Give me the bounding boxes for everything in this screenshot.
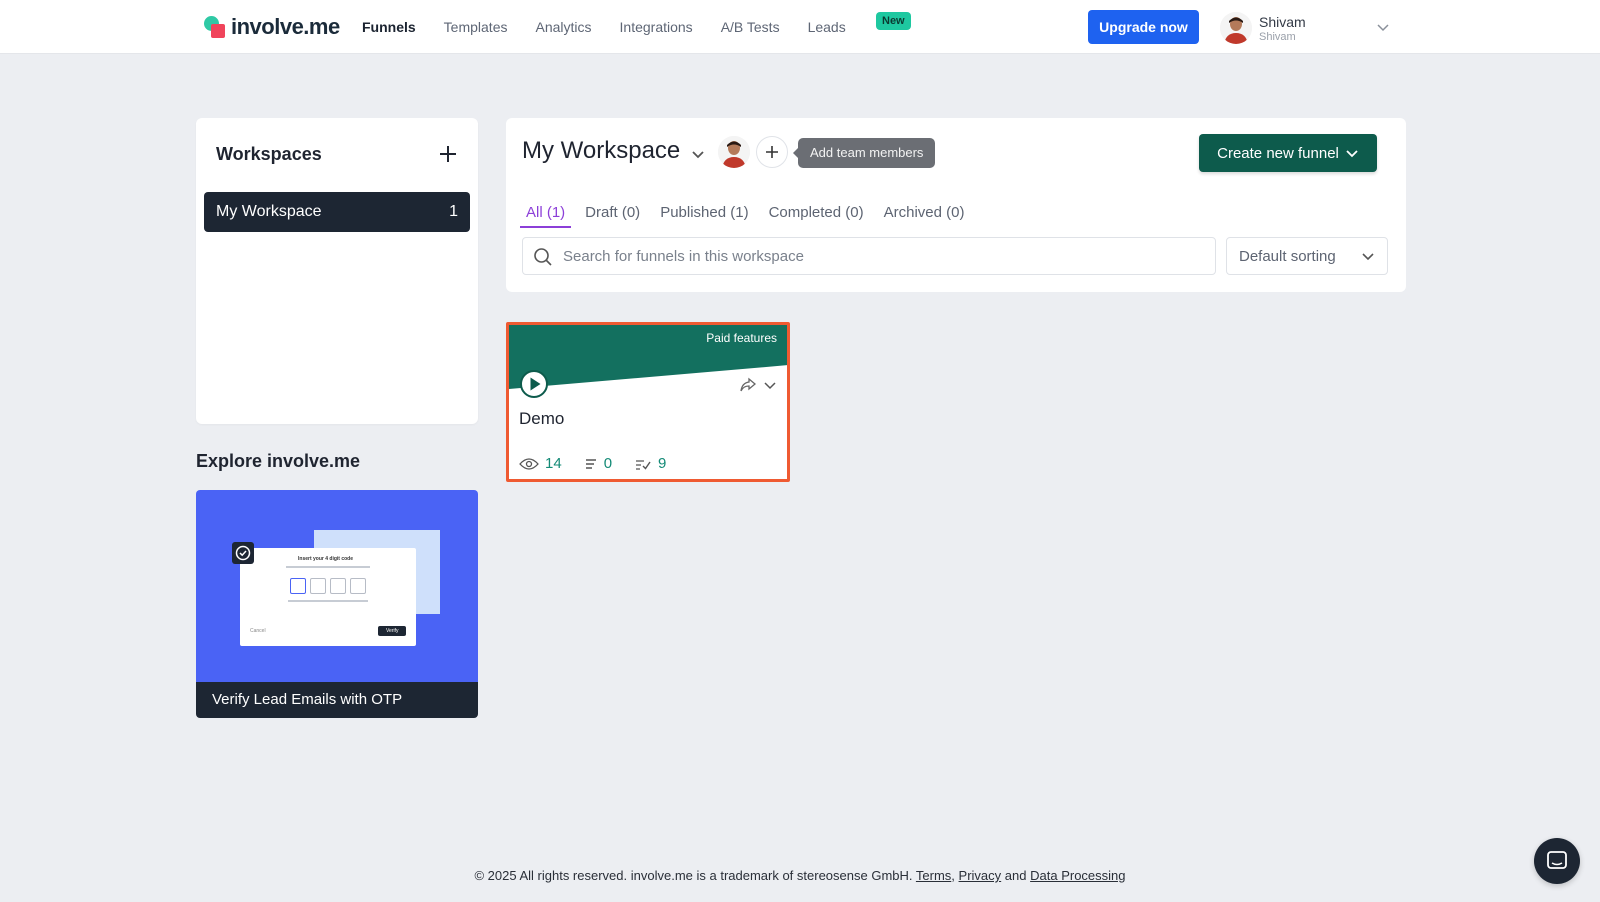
tab-all[interactable]: All (1) bbox=[520, 204, 572, 228]
stat-views: 14 bbox=[519, 455, 562, 472]
sort-dropdown[interactable]: Default sorting bbox=[1226, 237, 1388, 275]
play-icon[interactable] bbox=[519, 369, 549, 399]
workspace-item-count: 1 bbox=[449, 203, 458, 220]
workspace-item-my-workspace[interactable]: My Workspace 1 bbox=[204, 192, 470, 232]
chat-icon bbox=[1547, 851, 1567, 869]
upgrade-now-button[interactable]: Upgrade now bbox=[1088, 10, 1199, 44]
user-subtitle: Shivam bbox=[1259, 31, 1296, 43]
user-menu-chevron-down-icon[interactable] bbox=[1376, 20, 1390, 34]
data-processing-link[interactable]: Data Processing bbox=[1030, 868, 1125, 883]
check-list-icon bbox=[636, 459, 651, 470]
tab-completed[interactable]: Completed (0) bbox=[769, 204, 864, 228]
paid-features-label: Paid features bbox=[706, 331, 777, 345]
workspace-header-panel: My Workspace Add team members Create new… bbox=[506, 118, 1406, 292]
workspaces-title: Workspaces bbox=[216, 144, 322, 164]
involve-me-logo[interactable]: involve.me bbox=[204, 14, 340, 40]
explore-card-verify-otp[interactable]: Insert your 4 digit code Cancel Verify V… bbox=[196, 490, 478, 718]
terms-link[interactable]: Terms bbox=[916, 868, 951, 883]
create-new-funnel-label: Create new funnel bbox=[1217, 144, 1339, 162]
funnel-status-tabs: All (1) Draft (0) Published (1) Complete… bbox=[520, 204, 984, 228]
search-icon bbox=[534, 248, 552, 266]
footer: © 2025 All rights reserved. involve.me i… bbox=[0, 868, 1600, 883]
create-new-funnel-button[interactable]: Create new funnel bbox=[1199, 134, 1377, 172]
footer-comma: , bbox=[951, 868, 955, 883]
nav-integrations[interactable]: Integrations bbox=[620, 19, 693, 35]
funnel-options-chevron-down-icon[interactable] bbox=[763, 378, 777, 392]
nav-ab-tests[interactable]: A/B Tests bbox=[721, 19, 780, 35]
sort-label: Default sorting bbox=[1239, 247, 1336, 265]
funnel-search bbox=[522, 237, 1216, 275]
plus-icon bbox=[766, 146, 778, 158]
footer-text: © 2025 All rights reserved. involve.me i… bbox=[474, 868, 913, 883]
explore-title: Explore involve.me bbox=[196, 451, 361, 471]
tab-draft[interactable]: Draft (0) bbox=[585, 204, 640, 228]
mock-heading: Insert your 4 digit code bbox=[298, 556, 354, 562]
funnel-name: Demo bbox=[519, 409, 565, 428]
explore-card-caption: Verify Lead Emails with OTP bbox=[196, 682, 478, 718]
privacy-link[interactable]: Privacy bbox=[959, 868, 1002, 883]
add-team-member-button[interactable] bbox=[756, 136, 788, 168]
workspace-chevron-down-icon[interactable] bbox=[690, 146, 706, 162]
nav-leads[interactable]: Leads bbox=[808, 19, 846, 35]
share-icon[interactable] bbox=[739, 377, 757, 393]
funnel-stats: 14 0 9 bbox=[519, 455, 688, 472]
responses-count: 0 bbox=[603, 455, 613, 472]
workspace-item-label: My Workspace bbox=[216, 203, 322, 220]
views-count: 14 bbox=[545, 455, 562, 472]
mock-cancel: Cancel bbox=[250, 628, 266, 634]
logo-mark-icon bbox=[204, 16, 226, 38]
main-nav: Funnels Templates Analytics Integrations… bbox=[362, 0, 862, 54]
add-team-members-tooltip: Add team members bbox=[792, 138, 936, 168]
tab-published[interactable]: Published (1) bbox=[660, 204, 748, 228]
stat-completions: 9 bbox=[634, 455, 666, 472]
completions-count: 9 bbox=[658, 455, 667, 472]
workspace-title[interactable]: My Workspace bbox=[522, 137, 680, 165]
funnel-card-demo[interactable]: Paid features Demo 14 0 9 bbox=[506, 322, 790, 482]
team-member-avatar[interactable] bbox=[718, 136, 750, 168]
search-input[interactable] bbox=[563, 239, 1203, 273]
nav-templates[interactable]: Templates bbox=[444, 19, 508, 35]
top-navigation-bar: involve.me Funnels Templates Analytics I… bbox=[0, 0, 1600, 54]
user-avatar[interactable] bbox=[1220, 12, 1252, 44]
user-name: Shivam bbox=[1259, 14, 1306, 30]
tab-archived[interactable]: Archived (0) bbox=[884, 204, 965, 228]
chevron-down-icon bbox=[1362, 253, 1374, 261]
mock-verify: Verify bbox=[386, 628, 399, 634]
logo-text: involve.me bbox=[231, 14, 340, 39]
nav-funnels[interactable]: Funnels bbox=[362, 19, 416, 35]
check-circle-icon bbox=[232, 542, 254, 564]
add-workspace-plus-icon[interactable] bbox=[436, 142, 460, 166]
stat-responses: 0 bbox=[584, 455, 612, 472]
nav-analytics[interactable]: Analytics bbox=[535, 19, 591, 35]
explore-card-image: Insert your 4 digit code Cancel Verify bbox=[196, 490, 478, 682]
eye-icon bbox=[519, 457, 539, 470]
chevron-down-icon bbox=[1346, 150, 1358, 158]
list-icon bbox=[585, 458, 596, 469]
chat-support-button[interactable] bbox=[1534, 838, 1580, 884]
workspaces-panel: Workspaces My Workspace 1 bbox=[196, 118, 478, 424]
new-badge: New bbox=[876, 12, 911, 30]
footer-and: and bbox=[1004, 868, 1027, 883]
